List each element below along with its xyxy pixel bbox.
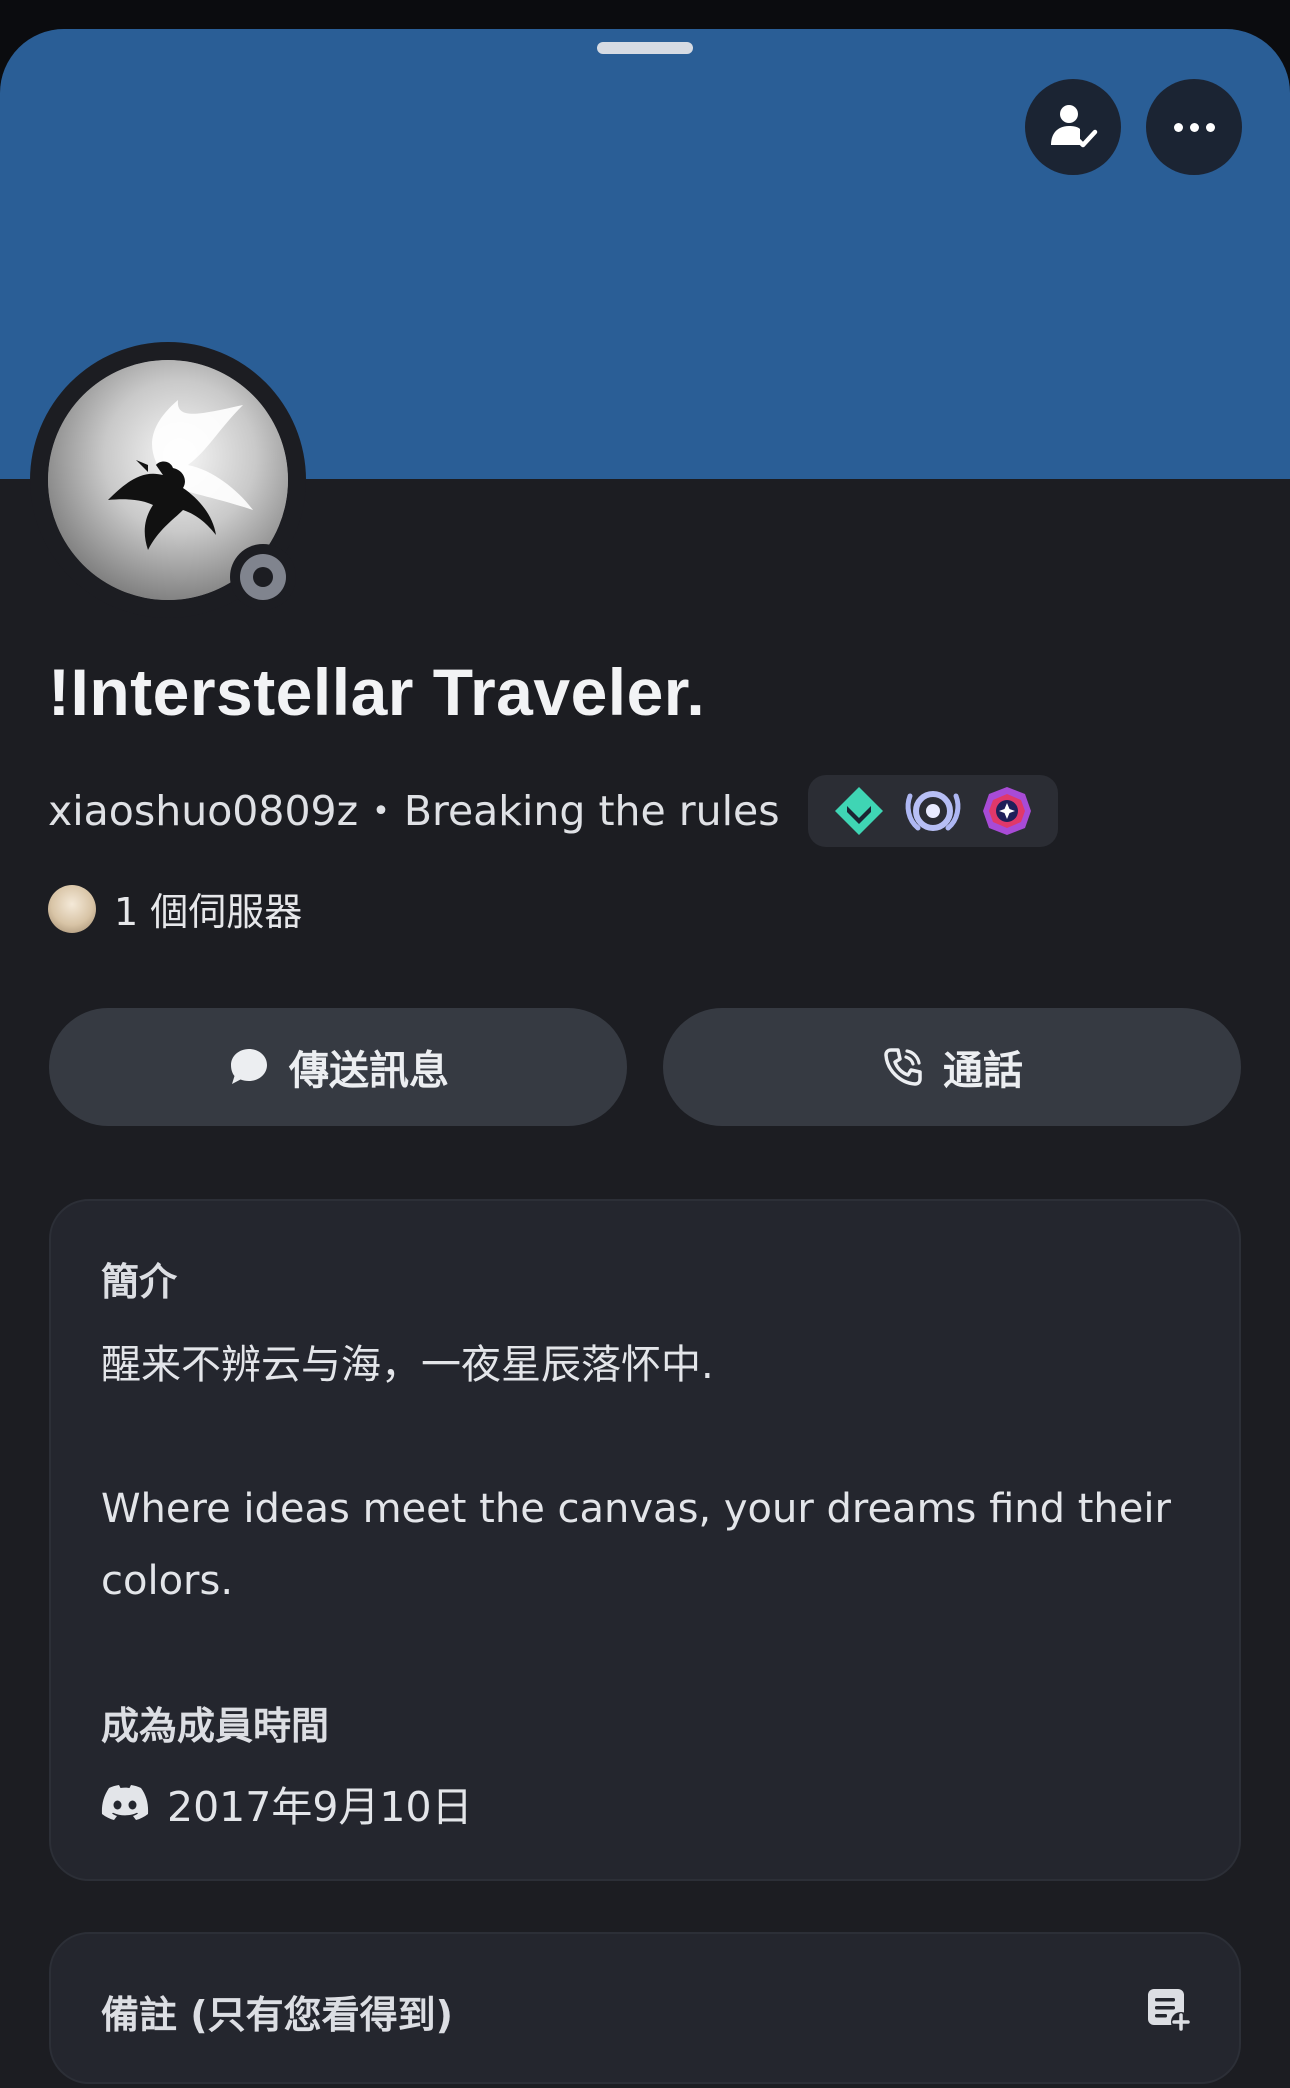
more-dots-icon (1173, 122, 1215, 132)
offline-status-indicator (230, 544, 296, 610)
member-since-heading: 成為成員時間 (101, 1704, 330, 1748)
call-label: 通話 (943, 1048, 1023, 1094)
more-options-button[interactable] (1146, 79, 1242, 175)
friend-status-button[interactable] (1025, 79, 1121, 175)
separator-dot: • (372, 793, 390, 829)
badge-list (807, 775, 1058, 847)
about-card: 簡介 醒来不辨云与海，一夜星辰落怀中. Where ideas meet the… (49, 1199, 1241, 1881)
username[interactable]: xiaoshuo0809z (48, 787, 358, 835)
chat-bubble-icon (231, 1049, 267, 1084)
nitro-boost-badge-icon[interactable] (904, 784, 962, 838)
about-heading: 簡介 (101, 1260, 178, 1304)
person-check-icon (1051, 105, 1098, 148)
phone-icon (884, 1048, 922, 1086)
mutual-server-icon (48, 884, 96, 933)
profile-sheet: !Interstellar Traveler. xiaoshuo0809z • … (0, 29, 1290, 2088)
quest-badge-icon[interactable] (980, 784, 1034, 838)
mutual-servers-label: 1 個伺服器 (114, 890, 303, 934)
member-since-row: 2017年9月10日 (101, 1773, 473, 1833)
mutual-servers-row[interactable]: 1 個伺服器 (48, 881, 302, 936)
hypesquad-balance-badge-icon[interactable] (832, 784, 886, 838)
bio-text: 醒来不辨云与海，一夜星辰落怀中. Where ideas meet the ca… (101, 1342, 1171, 1604)
display-name: !Interstellar Traveler. (48, 655, 706, 729)
username-row: xiaoshuo0809z • Breaking the rules (48, 775, 1058, 847)
note-card[interactable]: 備註 (只有您看得到) (49, 1932, 1241, 2084)
discord-logo-icon (101, 1785, 149, 1820)
note-heading: 備註 (只有您看得到) (101, 1993, 453, 2037)
sheet-drag-handle[interactable] (597, 42, 693, 54)
note-add-icon[interactable] (1145, 1986, 1191, 2032)
send-message-button[interactable]: 傳送訊息 (49, 1008, 627, 1126)
call-button[interactable]: 通話 (663, 1008, 1241, 1126)
custom-status: Breaking the rules (403, 787, 780, 835)
member-since-date: 2017年9月10日 (167, 1783, 473, 1831)
send-message-label: 傳送訊息 (289, 1048, 449, 1094)
